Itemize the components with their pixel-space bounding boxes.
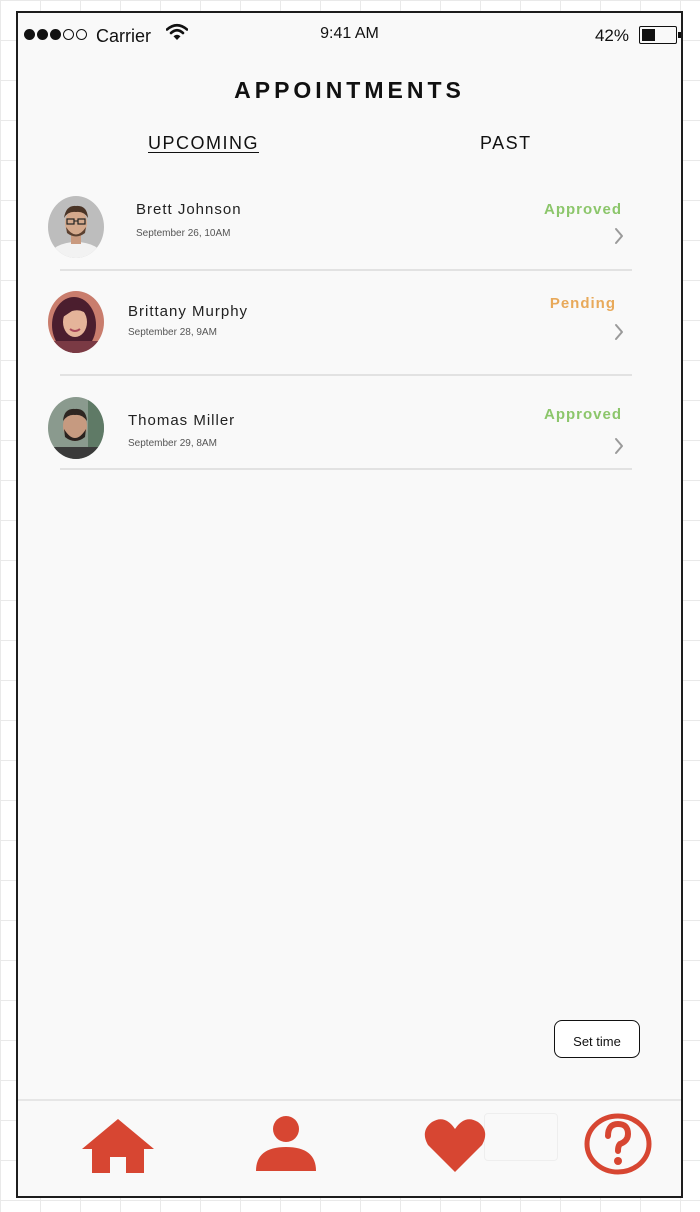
avatar — [48, 196, 104, 258]
page-title: APPOINTMENTS — [234, 77, 465, 103]
avatar — [48, 397, 104, 459]
bottom-tab-bar — [18, 1099, 681, 1196]
appointment-name: Brittany Murphy — [128, 303, 249, 320]
phone-frame: Carrier 9:41 AM 42% APPOINTMENTS UPCOMIN… — [16, 11, 683, 1198]
appointment-datetime: September 29, 8AM — [128, 438, 217, 449]
clock: 9:41 AM — [320, 25, 379, 42]
appointment-name: Thomas Miller — [128, 412, 236, 429]
appointment-row[interactable]: Thomas Miller September 29, 8AM Approved — [46, 376, 636, 470]
chevron-right-icon[interactable] — [614, 227, 624, 245]
chevron-right-icon[interactable] — [614, 323, 624, 341]
chevron-right-icon[interactable] — [614, 437, 624, 455]
status-badge: Approved — [543, 201, 622, 218]
heart-icon[interactable] — [424, 1117, 486, 1175]
set-time-button[interactable]: Set time — [554, 1020, 640, 1058]
appointment-datetime: September 26, 10AM — [136, 228, 231, 239]
row-divider — [60, 468, 632, 470]
appointment-row[interactable]: Brittany Murphy September 28, 9AM Pendin… — [46, 271, 636, 376]
appointment-row[interactable]: Brett Johnson September 26, 10AM Approve… — [46, 183, 636, 271]
status-badge: Pending — [549, 295, 616, 312]
status-badge: Approved — [543, 406, 622, 423]
battery-icon — [639, 26, 681, 44]
battery-percentage: 42% — [594, 26, 629, 45]
appointment-datetime: September 28, 9AM — [128, 327, 217, 338]
person-icon[interactable] — [254, 1115, 318, 1177]
home-icon[interactable] — [80, 1115, 156, 1177]
help-icon[interactable] — [584, 1113, 652, 1175]
tab-upcoming[interactable]: UPCOMING — [148, 133, 259, 154]
appointment-name: Brett Johnson — [136, 201, 242, 218]
tab-past[interactable]: PAST — [480, 133, 532, 154]
placeholder-box — [484, 1113, 558, 1161]
status-bar: Carrier 9:41 AM 42% — [18, 13, 681, 57]
avatar — [48, 291, 104, 353]
